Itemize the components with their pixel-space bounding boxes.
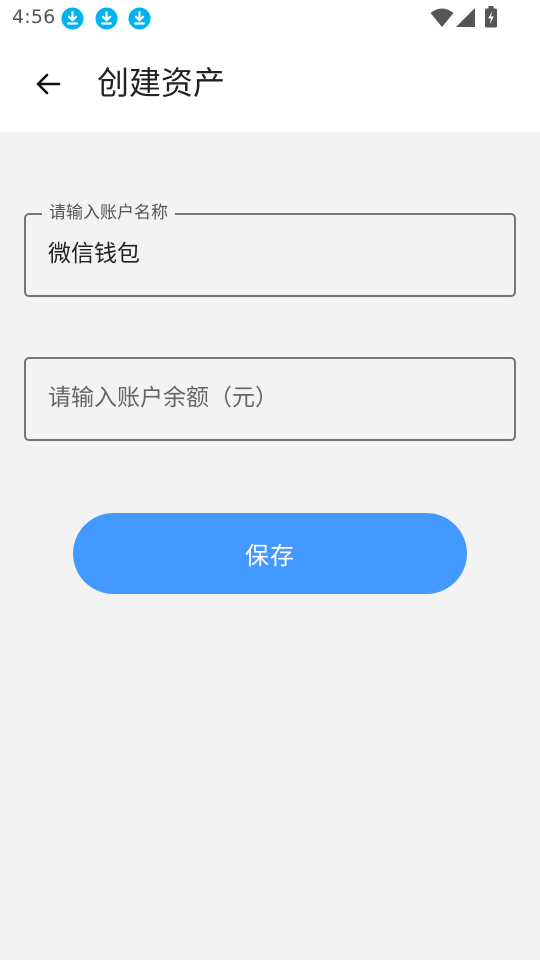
download-icon	[95, 7, 118, 30]
page-title: 创建资产	[97, 64, 226, 102]
account-name-field[interactable]: 请输入账户名称 微信钱包	[24, 202, 516, 297]
save-button-label: 保存	[245, 542, 295, 570]
download-icon	[128, 7, 151, 30]
battery-charging-icon	[485, 6, 497, 28]
account-balance-field[interactable]: 请输入账户余额（元）	[24, 357, 516, 441]
account-name-value: 微信钱包	[48, 241, 140, 267]
status-bar: 4:56	[0, 0, 540, 36]
app-bar: 创建资产	[0, 36, 540, 132]
arrow-left-icon	[36, 73, 61, 95]
status-time: 4:56	[12, 6, 56, 28]
account-balance-placeholder: 请输入账户余额（元）	[48, 385, 278, 411]
cell-signal-icon	[456, 8, 475, 27]
download-icon	[61, 7, 84, 30]
back-button[interactable]	[22, 54, 74, 114]
save-button[interactable]: 保存	[73, 513, 467, 594]
wifi-icon	[430, 8, 454, 27]
account-name-label: 请输入账户名称	[42, 202, 175, 224]
